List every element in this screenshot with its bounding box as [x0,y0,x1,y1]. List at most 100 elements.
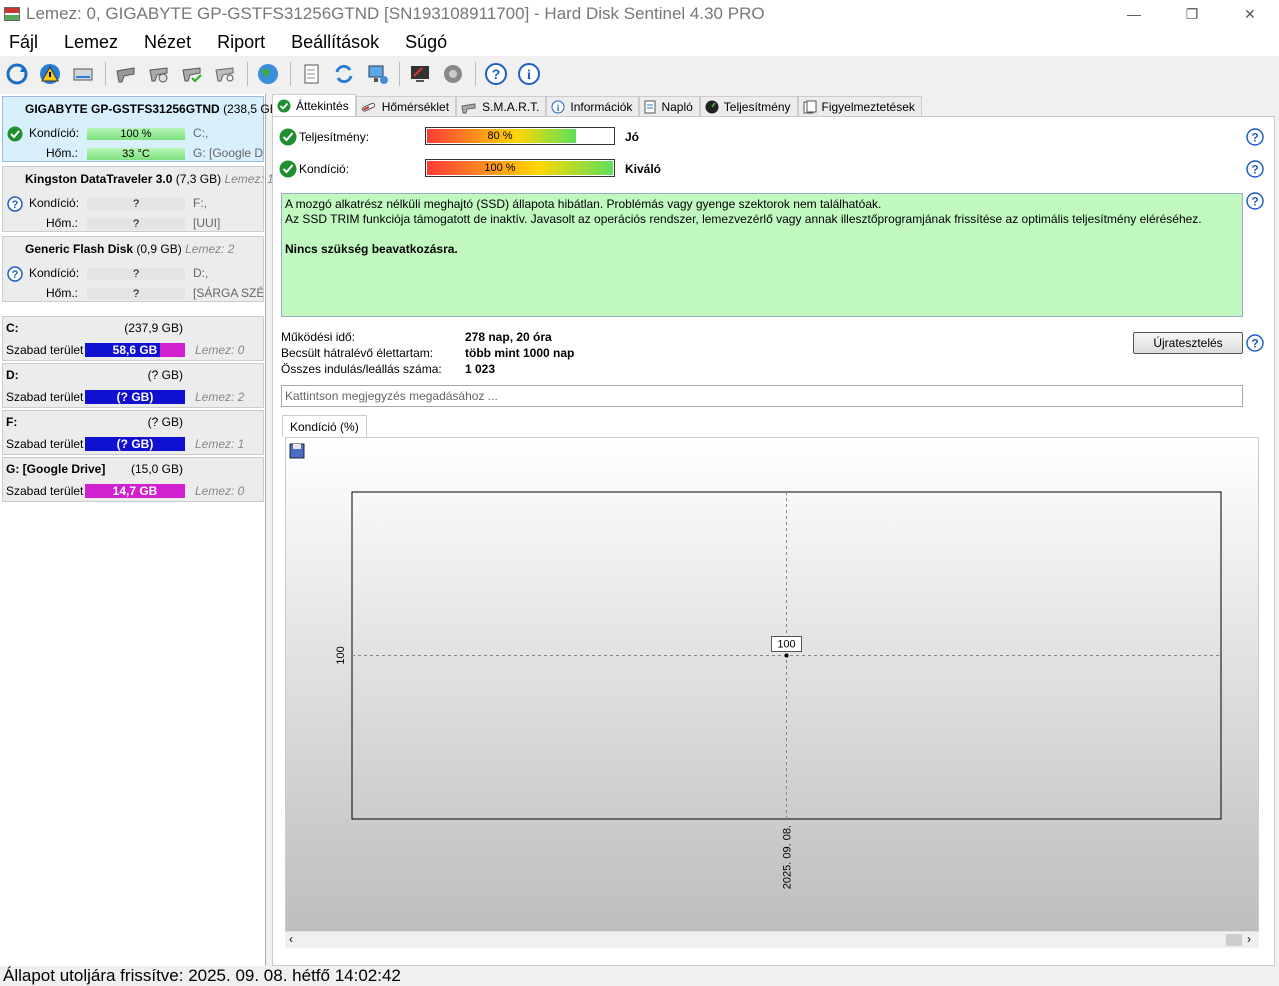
tab-overview[interactable]: Áttekintés [272,94,356,116]
info-line: A mozgó alkatrész nélküli meghajtó (SSD)… [285,197,882,211]
partition-name: D: [6,368,19,382]
temp-bar: 33 °C [87,148,185,160]
drive-letters: D:, [193,266,209,280]
scroll-right-icon[interactable]: › [1247,932,1251,946]
tab-temperature[interactable]: Hőmérséklet [355,96,457,116]
free-space-label: Szabad terület [6,390,84,404]
report-icon[interactable] [298,61,324,87]
search-disk-icon[interactable] [212,61,238,87]
tab-performance[interactable]: Teljesítmény [699,96,798,116]
partition-card[interactable]: F: (? GB) Szabad terület (? GB) Lemez: 1 [2,410,264,455]
free-space-bar: 14,7 GB [85,484,185,498]
disk-icon[interactable] [70,61,96,87]
help-icon[interactable]: ? [1246,334,1264,352]
startstop-label: Összes indulás/leállás száma: [281,362,442,376]
temp-bar: ? [87,288,185,300]
tab-warnings[interactable]: Figyelmeztetések [797,96,922,116]
ok-check-icon [7,126,23,142]
partition-name: G: [Google Drive] [6,462,106,476]
chart-tab-condition[interactable]: Kondíció (%) [282,415,367,437]
menu-report[interactable]: Riport [217,32,265,53]
stats-block: Működési idő: 278 nap, 20 óra Becsült hát… [281,329,574,377]
status-description: A mozgó alkatrész nélküli meghajtó (SSD)… [281,193,1243,317]
x-tick-label: 2025. 09. 08. [782,825,794,889]
tab-information[interactable]: i Információk [546,96,640,116]
restore-button[interactable]: ❐ [1163,0,1221,28]
lifetime-value: több mint 1000 nap [465,346,575,360]
partition-disk: Lemez: 0 [195,484,245,498]
disk-card[interactable]: Kingston DataTraveler 3.0 (7,3 GB) Lemez… [2,166,274,232]
help-icon[interactable]: ? [1246,160,1264,178]
help-icon[interactable]: ? [1246,128,1264,146]
performance-value: 80 % [487,130,513,142]
menu-file[interactable]: Fájl [9,32,38,53]
disk-name: Kingston DataTraveler 3.0 [25,172,173,186]
globe-icon[interactable] [255,61,281,87]
scrollbar-thumb[interactable] [1226,934,1242,946]
alert-icon[interactable] [37,61,63,87]
disk-list-pane: GIGABYTE GP-GSTFS31256GTND (238,5 GB) Ko… [0,94,282,966]
info-line: Az SSD TRIM funkciója támogatott de inak… [285,212,1202,226]
info-icon[interactable]: i [516,61,542,87]
drive-letters: C:, [193,126,209,140]
svg-text:i: i [527,68,531,83]
partition-name: F: [6,415,18,429]
temp-bar: ? [87,218,185,230]
extra-drive: G: [Google Dr [193,146,263,160]
menu-view[interactable]: Nézet [144,32,191,53]
main-tabs: Áttekintés Hőmérséklet S.M.A.R.T. i Info… [272,94,922,116]
refresh-icon[interactable] [4,61,30,87]
condition-label: Kondíció: [29,266,80,280]
toolbar: ? i [0,58,1279,90]
disk-card[interactable]: GIGABYTE GP-GSTFS31256GTND (238,5 GB) Ko… [2,96,282,162]
temp-label: Hőm.: [46,146,79,160]
free-space-label: Szabad terület [6,484,84,498]
data-label: 100 [777,639,795,651]
disk-card[interactable]: Generic Flash Disk (0,9 GB) Lemez: 2 ? K… [2,236,264,302]
chart-scrollbar[interactable]: ‹ › [285,931,1259,948]
menu-settings[interactable]: Beállítások [291,32,379,53]
verify-icon[interactable] [179,61,205,87]
performance-label: Teljesítmény: [299,130,370,144]
menu-help[interactable]: Súgó [405,32,447,53]
uptime-label: Működési idő: [281,330,356,344]
condition-bar: 100 % [87,128,185,140]
info-recommendation: Nincs szükség beavatkozásra. [285,242,458,256]
help-icon[interactable]: ? [483,61,509,87]
partition-size: (? GB) [147,368,183,382]
sound-icon[interactable] [440,61,466,87]
thermometer-icon [361,102,375,112]
test-icon[interactable] [113,61,139,87]
unknown-status-icon: ? [7,266,23,282]
warnings-doc-icon [803,100,816,113]
condition-value: 100 % [484,162,516,174]
retest-button[interactable]: Újratesztelés [1133,332,1243,354]
help-icon[interactable]: ? [1246,192,1264,210]
partition-card[interactable]: D: (? GB) Szabad terület (? GB) Lemez: 2 [2,363,264,408]
network-icon[interactable] [364,61,390,87]
condition-label: Kondíció: [29,126,80,140]
close-button[interactable]: ✕ [1221,0,1279,28]
condition-bar: ? [87,198,185,210]
tab-smart[interactable]: S.M.A.R.T. [456,96,547,116]
sync-icon[interactable] [331,61,357,87]
minimize-button[interactable]: — [1105,0,1163,28]
condition-bar: 100 % [425,159,615,177]
disk-size: (0,9 GB) [136,242,182,256]
note-input[interactable]: Kattintson megjegyzés megadásához ... [281,385,1243,407]
temp-label: Hőm.: [46,216,79,230]
monitor-icon[interactable] [407,61,433,87]
menu-disk[interactable]: Lemez [64,32,118,53]
y-tick-label: 100 [335,646,347,664]
surface-test-icon[interactable] [146,61,172,87]
disk-number: Lemez: 1 [224,172,274,186]
partition-card[interactable]: G: [Google Drive] (15,0 GB) Szabad terül… [2,457,264,502]
tab-log[interactable]: Napló [639,96,700,116]
data-point [784,653,789,658]
svg-text:?: ? [12,269,19,281]
partition-card[interactable]: C: (237,9 GB) Szabad terület 58,6 GB Lem… [2,316,264,361]
disk-name: Generic Flash Disk [25,242,134,256]
extra-drive: [UUI] [193,216,221,230]
scroll-left-icon[interactable]: ‹ [289,932,293,946]
partition-name: C: [6,321,19,335]
